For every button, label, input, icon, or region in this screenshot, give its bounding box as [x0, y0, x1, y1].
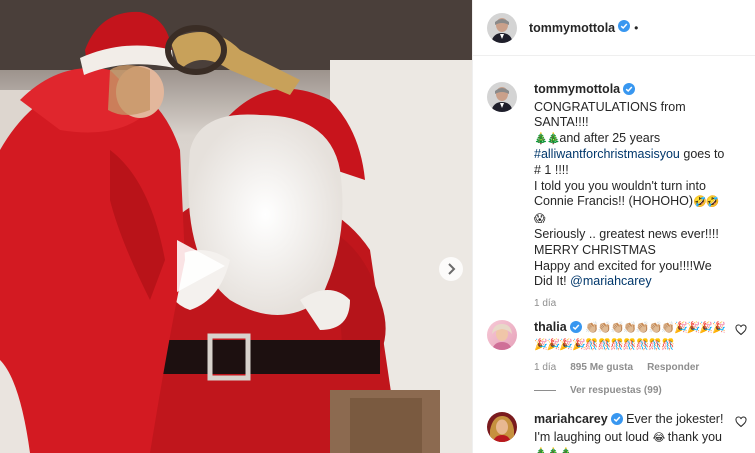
caption-meta: 1 día — [534, 298, 727, 309]
caption-line-1: CONGRATULATIONS from SANTA!!!! — [534, 99, 686, 130]
comment-body-2: thank you — [667, 429, 723, 444]
video-frame — [0, 0, 472, 453]
post-media[interactable] — [0, 0, 472, 453]
comment-text: mariahcarey Ever the jokester! I'm laugh… — [534, 412, 727, 453]
view-replies-button[interactable]: Ver respuestas (99) — [534, 385, 727, 396]
verified-badge-icon — [610, 412, 623, 430]
comment-like-button[interactable] — [735, 416, 747, 431]
verified-badge-icon — [618, 20, 631, 35]
play-button[interactable] — [171, 236, 231, 296]
commenter-avatar[interactable] — [487, 319, 517, 350]
replies-divider — [534, 389, 556, 391]
comments-list[interactable]: tommymottola CONGRATULATIONS from SANTA!… — [473, 57, 755, 453]
verified-badge-icon — [623, 83, 636, 100]
post-header: tommymottola • — [473, 0, 755, 56]
next-media-button[interactable] — [439, 257, 463, 281]
comment-item: thalia 👏🏼👏🏼👏🏼👏🏼👏🏼👏🏼👏🏼🎉🎉🎉🎉🎉🎉🎉🎉🎊🎊🎊🎊🎊🎊🎊 1 d… — [473, 319, 755, 396]
comment-meta: 1 día 895 Me gusta Responder — [534, 362, 727, 373]
post-details-panel: tommymottola • tommymottola CONGRATULATI… — [472, 0, 755, 453]
heart-icon — [735, 416, 747, 428]
laughing-emoji: 😂 — [652, 431, 665, 444]
caption-line-6: MERRY CHRISTMAS — [534, 242, 656, 257]
comment-time[interactable]: 1 día — [534, 362, 556, 373]
view-replies-label: Ver respuestas (99) — [570, 384, 662, 396]
chevron-right-icon — [448, 263, 456, 275]
post-caption: tommymottola CONGRATULATIONS from SANTA!… — [473, 57, 755, 309]
comment-item: mariahcarey Ever the jokester! I'm laugh… — [473, 411, 755, 453]
caption-time[interactable]: 1 día — [534, 298, 556, 309]
caption-text: tommymottola CONGRATULATIONS from SANTA!… — [534, 82, 727, 290]
author-avatar[interactable] — [487, 12, 517, 43]
heart-icon — [735, 324, 747, 335]
verified-badge-icon — [569, 320, 582, 338]
comment-text: thalia 👏🏼👏🏼👏🏼👏🏼👏🏼👏🏼👏🏼🎉🎉🎉🎉🎉🎉🎉🎉🎊🎊🎊🎊🎊🎊🎊 — [534, 320, 727, 354]
caption-line-5: Seriously .. greatest news ever!!!! — [534, 227, 719, 242]
caption-line-4: I told you you wouldn't turn into Connie… — [534, 178, 706, 209]
comment-likes[interactable]: 895 Me gusta — [570, 362, 633, 373]
mention-link[interactable]: @mariahcarey — [570, 274, 651, 288]
hashtag-link[interactable]: #alliwantforchristmasisyou — [534, 147, 680, 161]
caption-author-avatar[interactable] — [487, 82, 517, 112]
follow-dot: • — [634, 20, 639, 35]
comment-username[interactable]: thalia — [534, 320, 567, 334]
author-username[interactable]: tommymottola — [529, 21, 615, 35]
caption-line-2: and after 25 years — [559, 130, 661, 145]
reply-button[interactable]: Responder — [647, 362, 699, 373]
caption-username[interactable]: tommymottola — [534, 82, 620, 96]
comment-like-button[interactable] — [735, 324, 747, 339]
tree-emoji: 🎄🎄 — [534, 132, 560, 145]
commenter-avatar[interactable] — [487, 411, 517, 442]
tree-emoji: 🎄🎄🎄 — [534, 448, 573, 453]
comment-username[interactable]: mariahcarey — [534, 412, 608, 426]
play-icon — [177, 240, 225, 292]
